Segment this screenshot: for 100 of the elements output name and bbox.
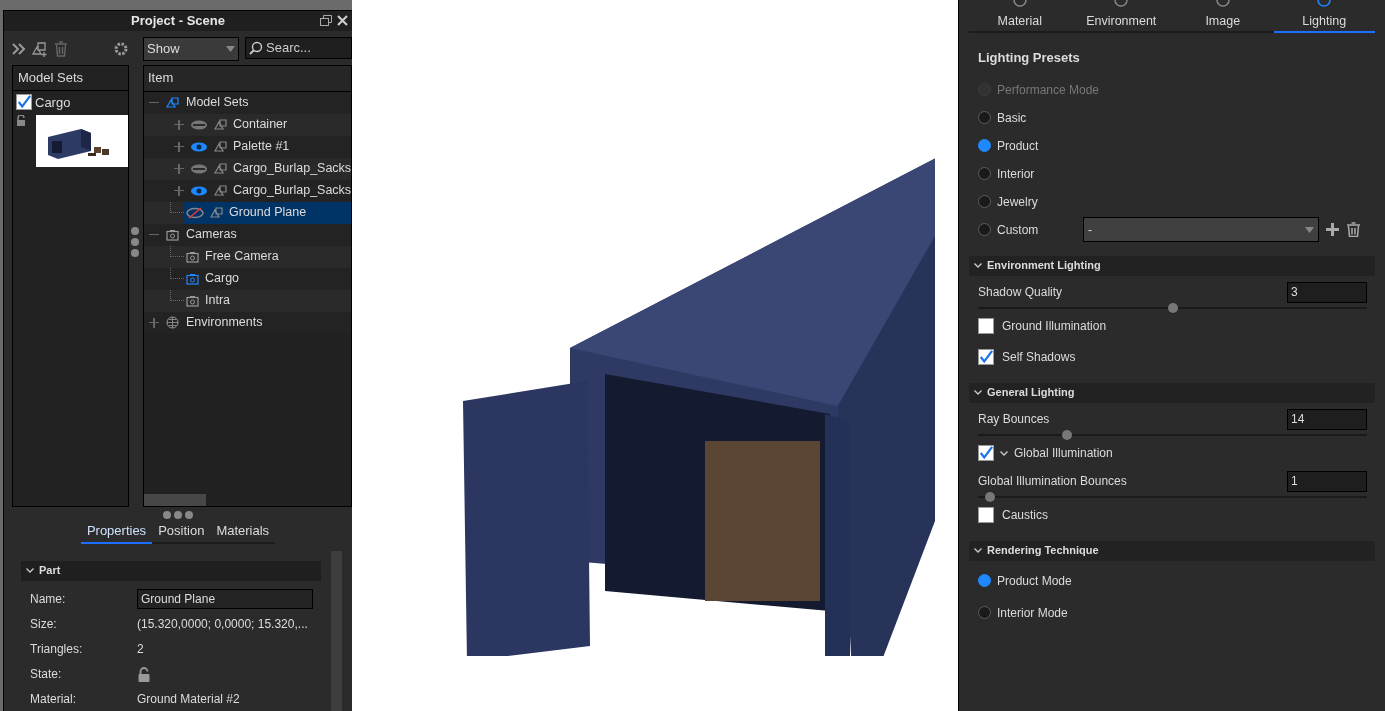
section-header[interactable]: Part bbox=[21, 560, 321, 581]
radio-button[interactable] bbox=[978, 167, 991, 180]
radio-button[interactable] bbox=[978, 111, 991, 124]
tab[interactable]: Environment bbox=[1070, 0, 1172, 33]
tab[interactable]: Materials bbox=[210, 520, 276, 544]
dropdown-arrow-icon bbox=[1305, 226, 1314, 233]
expand-icon[interactable] bbox=[174, 141, 184, 152]
show-dropdown[interactable]: Show bbox=[143, 36, 239, 61]
name-field[interactable]: Ground Plane bbox=[137, 589, 313, 609]
radio-button[interactable] bbox=[978, 139, 991, 152]
chevron-icon[interactable] bbox=[26, 568, 34, 573]
chevron-icon[interactable] bbox=[974, 263, 982, 268]
radio-label: Custom bbox=[997, 221, 1040, 239]
tree-item[interactable]: Cameras bbox=[186, 225, 237, 244]
expand-icon[interactable] bbox=[149, 317, 159, 328]
add-icon[interactable] bbox=[1325, 222, 1340, 237]
checkbox-label: Global Illumination bbox=[1014, 445, 1113, 462]
tree-item-label: Ground Plane bbox=[229, 204, 307, 222]
shapes-icon bbox=[214, 118, 227, 131]
tree-item-label: Intra bbox=[205, 292, 230, 310]
slider-thumb[interactable] bbox=[1062, 429, 1073, 440]
search-icon bbox=[249, 40, 263, 55]
tree-item-label: Free Camera bbox=[205, 248, 279, 266]
globe-icon bbox=[166, 316, 179, 329]
tab[interactable]: Lighting bbox=[1273, 0, 1375, 33]
value-field[interactable]: 14 bbox=[1287, 408, 1367, 430]
eye-icon[interactable] bbox=[190, 163, 208, 174]
tree-row[interactable]: Cargo_Burlap_Sacks bbox=[188, 179, 352, 202]
property-value: Ground Material #2 bbox=[137, 691, 240, 708]
eye-icon[interactable] bbox=[190, 141, 208, 152]
search-field[interactable]: Searc... bbox=[245, 36, 352, 59]
container-thumbnail[interactable] bbox=[36, 115, 128, 167]
eye-icon[interactable] bbox=[190, 185, 208, 196]
radio-label: Interior Mode bbox=[997, 604, 1068, 622]
splitter-handle[interactable] bbox=[131, 226, 139, 257]
trash-icon[interactable] bbox=[1346, 222, 1361, 237]
tab[interactable]: Material bbox=[969, 0, 1071, 33]
double-chevron-icon[interactable] bbox=[12, 42, 26, 55]
lock-icon bbox=[137, 666, 151, 682]
value-field[interactable]: 3 bbox=[1287, 281, 1367, 303]
expand-icon[interactable] bbox=[174, 185, 184, 196]
checkbox[interactable] bbox=[16, 94, 32, 111]
tab[interactable]: Properties bbox=[80, 520, 153, 544]
radio-button[interactable] bbox=[978, 606, 991, 619]
section-header[interactable]: Rendering Technique bbox=[969, 540, 1375, 561]
tree-row[interactable]: Ground Plane bbox=[184, 201, 352, 224]
tree-item-label: Palette #1 bbox=[233, 138, 290, 156]
property-label: Name: bbox=[30, 591, 67, 608]
undock-icon[interactable] bbox=[320, 15, 332, 27]
camera-icon bbox=[186, 250, 199, 263]
expand-icon[interactable] bbox=[174, 119, 184, 130]
setting-label: Ray Bounces bbox=[978, 411, 1050, 428]
tree-item[interactable]: Environments bbox=[186, 313, 263, 332]
scrollbar[interactable] bbox=[144, 493, 206, 506]
splitter-handle[interactable] bbox=[163, 510, 193, 519]
chevron-icon[interactable] bbox=[974, 548, 982, 553]
checkbox[interactable] bbox=[978, 318, 994, 334]
chevron-icon[interactable] bbox=[974, 390, 982, 395]
shapes-icon bbox=[214, 140, 227, 153]
section-header[interactable]: General Lighting bbox=[969, 382, 1375, 403]
property-label: State: bbox=[30, 666, 63, 683]
radio-button[interactable] bbox=[978, 574, 991, 587]
shapes-icon bbox=[214, 184, 227, 197]
tab-icon bbox=[1317, 0, 1332, 7]
eye-icon[interactable] bbox=[190, 119, 208, 130]
slider-thumb[interactable] bbox=[1167, 302, 1178, 313]
value-field[interactable]: 1 bbox=[1287, 470, 1367, 492]
tree-item-label: Cargo bbox=[205, 270, 240, 288]
lock-icon[interactable] bbox=[16, 115, 26, 126]
panel-title: Project - Scene bbox=[131, 12, 225, 30]
property-value: 2 bbox=[137, 641, 144, 658]
tab-icon bbox=[1114, 0, 1129, 7]
hidden-eye-icon[interactable] bbox=[186, 206, 204, 219]
tree-row[interactable]: Cargo bbox=[184, 267, 352, 290]
section-title: Rendering Technique bbox=[987, 543, 1099, 559]
model-set-name[interactable]: Cargo bbox=[35, 92, 71, 112]
expand-icon[interactable] bbox=[174, 163, 184, 174]
custom-preset-dropdown[interactable]: - bbox=[1083, 217, 1319, 242]
tree-item[interactable]: Model Sets bbox=[186, 93, 249, 112]
checkbox[interactable] bbox=[978, 445, 994, 461]
slider-thumb[interactable] bbox=[984, 491, 995, 502]
property-label: Size: bbox=[30, 616, 58, 633]
radio-label: Jewelry bbox=[997, 193, 1039, 211]
tab[interactable]: Image bbox=[1172, 0, 1274, 33]
tab-icon bbox=[1012, 0, 1027, 7]
setting-label: Shadow Quality bbox=[978, 284, 1063, 301]
column-header: Item bbox=[144, 65, 352, 92]
checkbox[interactable] bbox=[978, 349, 994, 365]
property-value: (15.320,0000; 0,0000; 15.320,... bbox=[137, 616, 308, 633]
add-shapes-icon[interactable] bbox=[32, 40, 48, 57]
chevron-icon[interactable] bbox=[1000, 450, 1008, 456]
radio-button[interactable] bbox=[978, 195, 991, 208]
tree-row[interactable]: Palette #1 bbox=[188, 135, 352, 158]
radio-label: Product bbox=[997, 137, 1040, 155]
section-header[interactable]: Environment Lighting bbox=[969, 255, 1375, 276]
tab[interactable]: Position bbox=[152, 520, 211, 544]
radio-button[interactable] bbox=[978, 223, 991, 236]
checkbox[interactable] bbox=[978, 507, 994, 523]
close-icon[interactable] bbox=[337, 15, 348, 27]
property-label: Triangles: bbox=[30, 641, 84, 658]
